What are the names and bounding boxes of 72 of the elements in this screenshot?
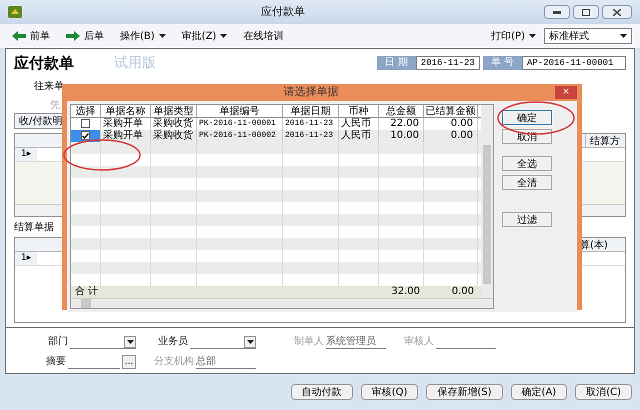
caret-icon — [158, 34, 166, 38]
menu-button[interactable]: 审批(Z) — [178, 28, 232, 44]
style-select[interactable]: 标准样式 — [544, 28, 632, 44]
dialog-button[interactable]: 确定 — [502, 110, 552, 124]
section-label: 结算单据 — [14, 220, 54, 235]
close-button[interactable] — [602, 5, 632, 19]
dialog-button[interactable]: 全选 — [502, 156, 552, 170]
total-amount: 32.00 — [390, 286, 421, 298]
menu-button[interactable]: 操作(B) — [116, 28, 170, 44]
checkbox[interactable] — [81, 131, 90, 140]
number-field[interactable]: AP-2016-11-00001 — [522, 56, 626, 70]
column-header: 单据类型 — [151, 104, 197, 116]
toolbar-button[interactable]: 在线培训 — [239, 28, 288, 44]
close-icon — [613, 8, 621, 16]
browse-button[interactable]: ... — [122, 355, 136, 369]
close-button[interactable]: × — [555, 86, 577, 99]
toolbar-button[interactable]: 前单 — [8, 28, 54, 44]
footer-button[interactable]: 取消(C) — [575, 384, 632, 400]
footer-button[interactable]: 自动付款 — [290, 384, 353, 400]
dialog-button[interactable]: 全清 — [502, 174, 552, 190]
maximize-icon — [582, 8, 590, 16]
footer-button[interactable]: 保存新增(S) — [426, 384, 503, 400]
column-header: 总金额 — [379, 104, 424, 116]
caret-icon — [220, 34, 228, 38]
field-label: 分支机构 — [154, 354, 194, 369]
row-header: 1▸ — [15, 148, 37, 161]
date-field[interactable]: 2016-11-23 — [416, 56, 480, 70]
minimize-button[interactable] — [544, 5, 570, 19]
column-header: 单据日期 — [283, 104, 339, 116]
column-header: 单据名称 — [101, 104, 151, 116]
right-arrow-icon — [66, 31, 80, 41]
column-header: 结算方 — [585, 134, 625, 147]
field-label: 部门 — [48, 334, 68, 348]
field-label: 业务员 — [158, 334, 188, 348]
field-label: 凭 — [49, 99, 60, 113]
toolbar-button[interactable]: 后单 — [62, 28, 108, 44]
footer-button[interactable]: 确定(A) — [510, 384, 568, 400]
minimize-icon — [553, 10, 561, 14]
dialog-title: 请选择单据 — [282, 84, 340, 100]
caret-icon — [246, 340, 254, 344]
app-logo-icon — [8, 6, 22, 18]
field-label: 审核人 — [404, 334, 434, 348]
dropdown-button[interactable] — [124, 336, 136, 348]
field-label: 日 期 — [376, 56, 416, 70]
dropdown-button[interactable] — [244, 336, 256, 348]
print-menu-button[interactable]: 打印(P) — [491, 28, 536, 44]
vertical-scrollbar[interactable] — [481, 104, 493, 298]
maximize-button[interactable] — [573, 5, 599, 19]
checkbox[interactable] — [81, 119, 90, 128]
field-label: 制单人 — [294, 334, 324, 348]
dropdown-field[interactable] — [190, 334, 256, 348]
form-title: 应付款单 — [14, 52, 75, 74]
horizontal-scrollbar[interactable] — [71, 298, 493, 308]
column-header: 单据编号 — [197, 104, 283, 116]
left-arrow-icon — [12, 31, 26, 41]
trial-watermark-text: 试用版 — [114, 54, 156, 72]
footer-button[interactable]: 审核(Q) — [360, 384, 418, 400]
dropdown-field[interactable] — [70, 334, 136, 348]
caret-icon — [620, 34, 627, 38]
column-header: 选择 — [71, 104, 101, 116]
dialog-button[interactable]: 过滤 — [502, 212, 552, 226]
window-title: 应付款单 — [260, 4, 306, 20]
total-label: 合 计 — [74, 286, 100, 298]
checkmark-icon — [82, 132, 89, 138]
total-settled: 0.00 — [450, 286, 475, 298]
caret-icon — [529, 34, 536, 38]
caret-icon — [126, 340, 134, 344]
column-header: 币种 — [339, 104, 379, 116]
field-label: 摘要 — [46, 354, 66, 369]
column-header: 已结算金额 — [424, 104, 478, 116]
field-label: 单 号 — [482, 56, 522, 70]
row-header: 1▸ — [15, 252, 37, 265]
